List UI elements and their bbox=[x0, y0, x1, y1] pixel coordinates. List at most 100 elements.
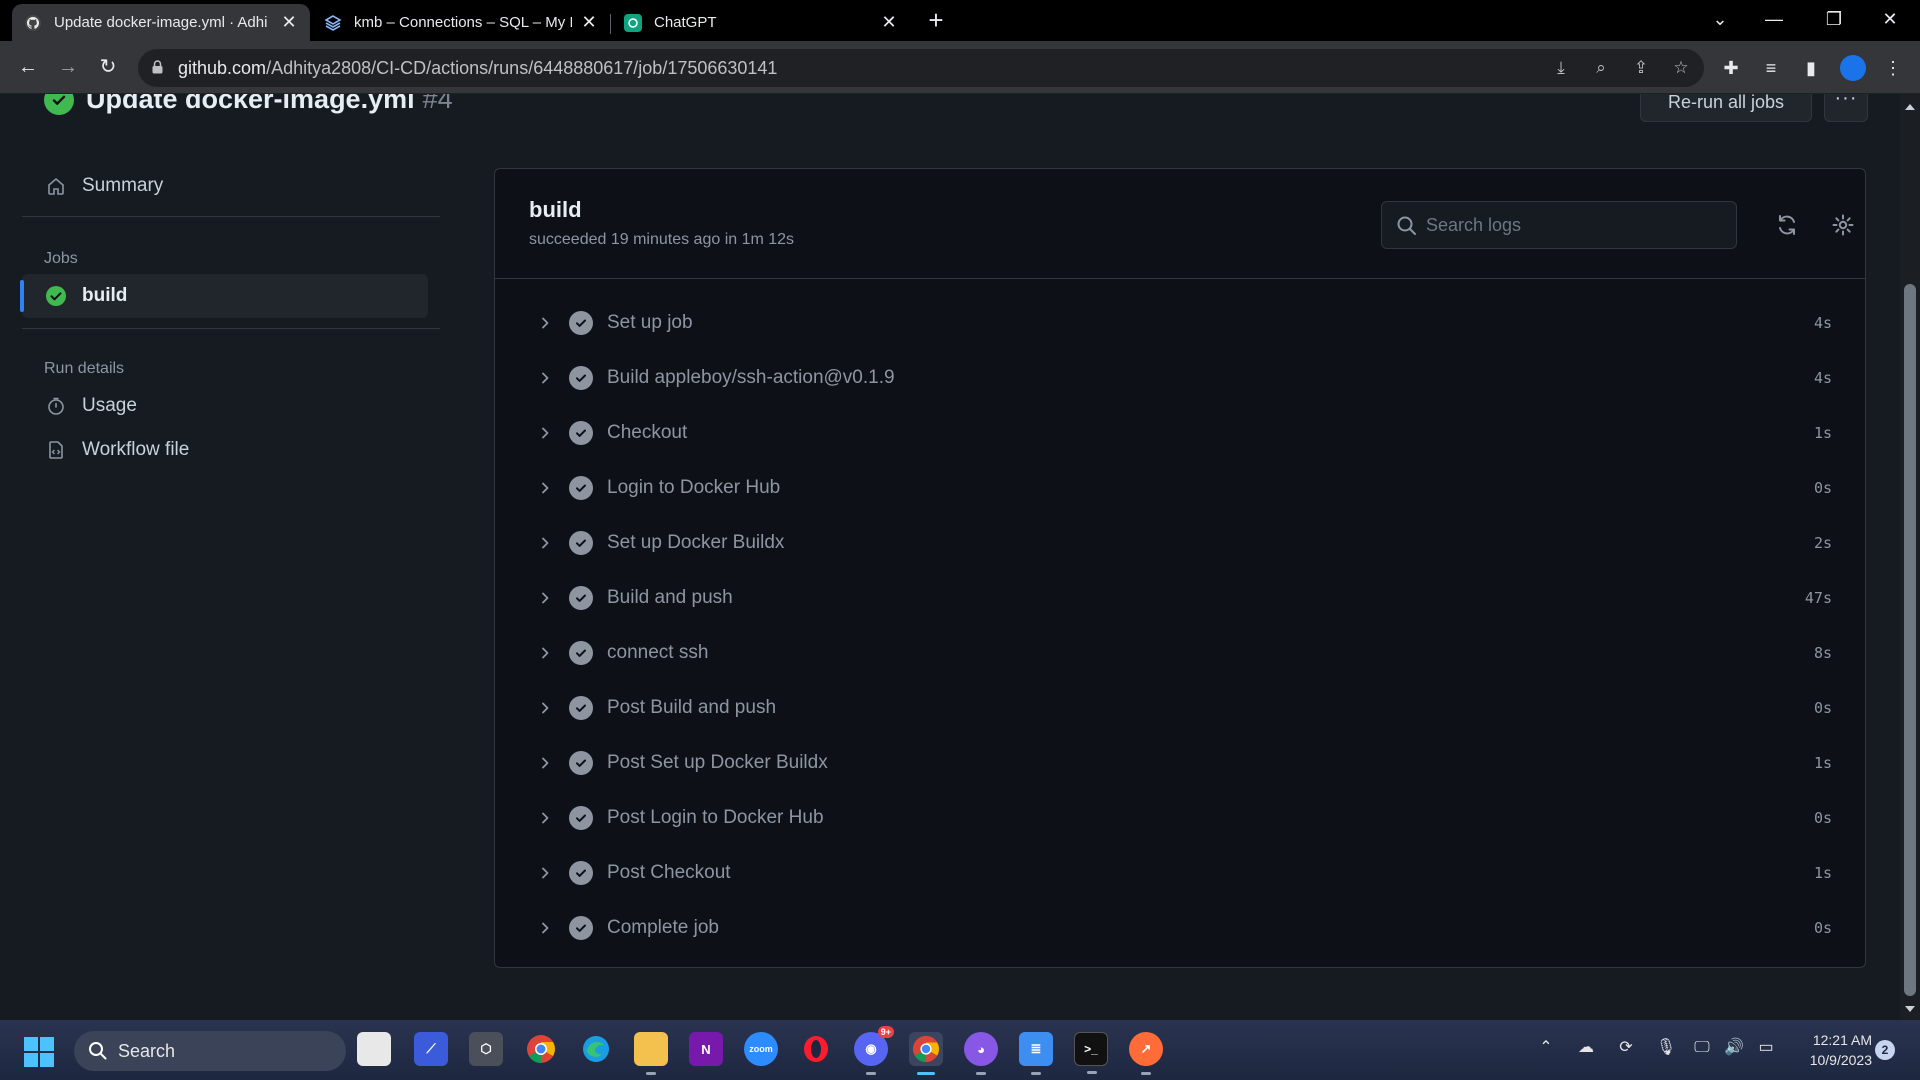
chevron-right-icon[interactable] bbox=[525, 371, 565, 385]
step-success-icon bbox=[569, 915, 593, 940]
page-scrollbar[interactable] bbox=[1900, 94, 1920, 1020]
windows-start-icon[interactable] bbox=[24, 1037, 54, 1067]
volume-icon[interactable]: 🔊 bbox=[1722, 1036, 1746, 1060]
search-logs-field[interactable] bbox=[1381, 201, 1737, 249]
tab-github-run[interactable]: Update docker-image.yml · Adhi ✕ bbox=[12, 4, 310, 41]
chevron-right-icon[interactable] bbox=[525, 591, 565, 605]
chevron-right-icon[interactable] bbox=[525, 536, 565, 550]
sidebar-divider bbox=[22, 216, 440, 217]
system-clock[interactable]: 12:21 AM 10/9/2023 bbox=[1792, 1030, 1872, 1070]
share-icon[interactable]: ⇪ bbox=[1630, 57, 1652, 79]
profile-avatar[interactable] bbox=[1840, 55, 1866, 81]
virtualbox-icon[interactable]: ⬡ bbox=[469, 1032, 503, 1066]
close-window-button[interactable]: ✕ bbox=[1862, 0, 1918, 41]
jobs-heading: Jobs bbox=[44, 250, 78, 267]
refresh-icon[interactable] bbox=[1773, 211, 1801, 239]
chrome-menu-icon[interactable]: ⋮ bbox=[1880, 55, 1906, 81]
search-logs-input[interactable] bbox=[1426, 202, 1726, 248]
reload-button[interactable]: ↻ bbox=[92, 51, 124, 83]
job-step-row[interactable]: Complete job 0s bbox=[495, 900, 1865, 955]
battery-icon[interactable]: ▭ bbox=[1754, 1036, 1778, 1060]
chevron-right-icon[interactable] bbox=[525, 481, 565, 495]
step-duration: 8s bbox=[1813, 643, 1832, 662]
back-button[interactable]: ← bbox=[12, 51, 44, 83]
notification-badge[interactable]: 2 bbox=[1875, 1040, 1895, 1060]
task-view-icon[interactable] bbox=[357, 1032, 391, 1066]
address-bar[interactable]: github.com/Adhitya2808/CI-CD/actions/run… bbox=[138, 49, 1704, 87]
minimize-button[interactable]: — bbox=[1746, 0, 1802, 41]
run-details-heading: Run details bbox=[44, 360, 125, 377]
job-step-row[interactable]: Build and push 47s bbox=[495, 570, 1865, 625]
terminal-icon[interactable]: >_ bbox=[1074, 1032, 1108, 1074]
forward-button[interactable]: → bbox=[52, 51, 84, 83]
chevron-right-icon[interactable] bbox=[525, 756, 565, 770]
job-step-row[interactable]: Post Set up Docker Buildx 1s bbox=[495, 735, 1865, 790]
sidebar-item-build-job[interactable]: build bbox=[20, 274, 428, 318]
zoom-icon[interactable]: ⌕ bbox=[1590, 57, 1612, 79]
browser-toolbar: ← → ↻ github.com/Adhitya2808/CI-CD/actio… bbox=[0, 41, 1920, 94]
close-tab-icon[interactable]: ✕ bbox=[280, 12, 298, 33]
onedrive-icon[interactable]: ☁ bbox=[1574, 1036, 1598, 1060]
close-tab-icon[interactable]: ✕ bbox=[880, 12, 898, 33]
rerun-all-jobs-button[interactable]: Re-run all jobs bbox=[1640, 94, 1812, 122]
extensions-icon[interactable]: ✚ bbox=[1718, 55, 1744, 81]
scroll-up-arrow[interactable] bbox=[1905, 104, 1915, 110]
chrome-icon[interactable] bbox=[524, 1032, 558, 1066]
show-hidden-icons[interactable]: ⌃ bbox=[1534, 1036, 1558, 1060]
scrollbar-thumb[interactable] bbox=[1904, 284, 1916, 996]
chevron-right-icon[interactable] bbox=[525, 921, 565, 935]
discord-icon[interactable]: 9+ ◉ bbox=[854, 1026, 894, 1075]
url-path: /Adhitya2808/CI-CD/actions/runs/64488806… bbox=[266, 58, 778, 78]
sidebar-item-summary[interactable]: Summary bbox=[22, 164, 428, 208]
job-step-row[interactable]: connect ssh 8s bbox=[495, 625, 1865, 680]
install-app-icon[interactable]: ⤓ bbox=[1550, 57, 1572, 79]
job-step-row[interactable]: Post Build and push 0s bbox=[495, 680, 1865, 735]
tab-chatgpt[interactable]: ChatGPT ✕ bbox=[612, 4, 910, 41]
job-step-row[interactable]: Set up job 4s bbox=[495, 295, 1865, 350]
gear-icon[interactable] bbox=[1829, 211, 1857, 239]
microphone-icon[interactable]: 🎙 bbox=[1654, 1036, 1678, 1060]
close-tab-icon[interactable]: ✕ bbox=[580, 12, 598, 33]
step-success-icon bbox=[569, 420, 593, 445]
tab-kmb-sql[interactable]: kmb – Connections – SQL – My I ✕ bbox=[312, 4, 610, 41]
maximize-button[interactable]: ❐ bbox=[1806, 0, 1862, 41]
edge-icon[interactable] bbox=[579, 1032, 613, 1066]
taskbar-search[interactable]: Search bbox=[74, 1031, 346, 1071]
job-step-row[interactable]: Checkout 1s bbox=[495, 405, 1865, 460]
job-step-row[interactable]: Login to Docker Hub 0s bbox=[495, 460, 1865, 515]
media-control-icon[interactable]: ≡ bbox=[1758, 55, 1784, 81]
sidebar-item-usage[interactable]: Usage bbox=[22, 384, 428, 428]
more-options-button[interactable]: ··· bbox=[1824, 94, 1868, 122]
opera-icon[interactable] bbox=[799, 1032, 833, 1066]
job-step-row[interactable]: Build appleboy/ssh-action@v0.1.9 4s bbox=[495, 350, 1865, 405]
scroll-down-arrow[interactable] bbox=[1905, 1006, 1915, 1012]
job-step-row[interactable]: Set up Docker Buildx 2s bbox=[495, 515, 1865, 570]
chevron-right-icon[interactable] bbox=[525, 701, 565, 715]
notepad-icon[interactable]: ≣ bbox=[1019, 1032, 1053, 1075]
chrome-active-icon[interactable] bbox=[909, 1032, 943, 1075]
new-tab-button[interactable]: + bbox=[922, 6, 950, 34]
job-step-row[interactable]: Post Checkout 1s bbox=[495, 845, 1865, 900]
github-icon bbox=[24, 13, 42, 32]
step-duration: 1s bbox=[1813, 423, 1832, 442]
postman-icon[interactable]: ↗ bbox=[1129, 1032, 1163, 1075]
zoom-icon[interactable]: zoom bbox=[744, 1032, 778, 1066]
tab-search-icon[interactable]: ⌄ bbox=[1692, 0, 1748, 41]
chevron-right-icon[interactable] bbox=[525, 866, 565, 880]
chevron-right-icon[interactable] bbox=[525, 811, 565, 825]
success-check-icon bbox=[44, 284, 68, 308]
chevron-right-icon[interactable] bbox=[525, 646, 565, 660]
github-desktop-icon[interactable]: ◕ bbox=[964, 1032, 998, 1075]
bookmark-star-icon[interactable]: ☆ bbox=[1670, 57, 1692, 79]
side-panel-icon[interactable]: ▮ bbox=[1798, 55, 1824, 81]
sidebar-item-workflow-file[interactable]: Workflow file bbox=[22, 428, 428, 472]
onenote-icon[interactable]: N bbox=[689, 1032, 723, 1066]
file-explorer-icon[interactable] bbox=[634, 1032, 668, 1075]
azure-studio-icon[interactable]: ⟋ bbox=[414, 1032, 448, 1066]
sync-icon[interactable]: ⟳ bbox=[1614, 1036, 1638, 1060]
job-step-row[interactable]: Post Login to Docker Hub 0s bbox=[495, 790, 1865, 845]
chevron-right-icon[interactable] bbox=[525, 426, 565, 440]
step-success-icon bbox=[569, 805, 593, 830]
network-icon[interactable]: 🖵 bbox=[1690, 1036, 1714, 1060]
chevron-right-icon[interactable] bbox=[525, 316, 565, 330]
